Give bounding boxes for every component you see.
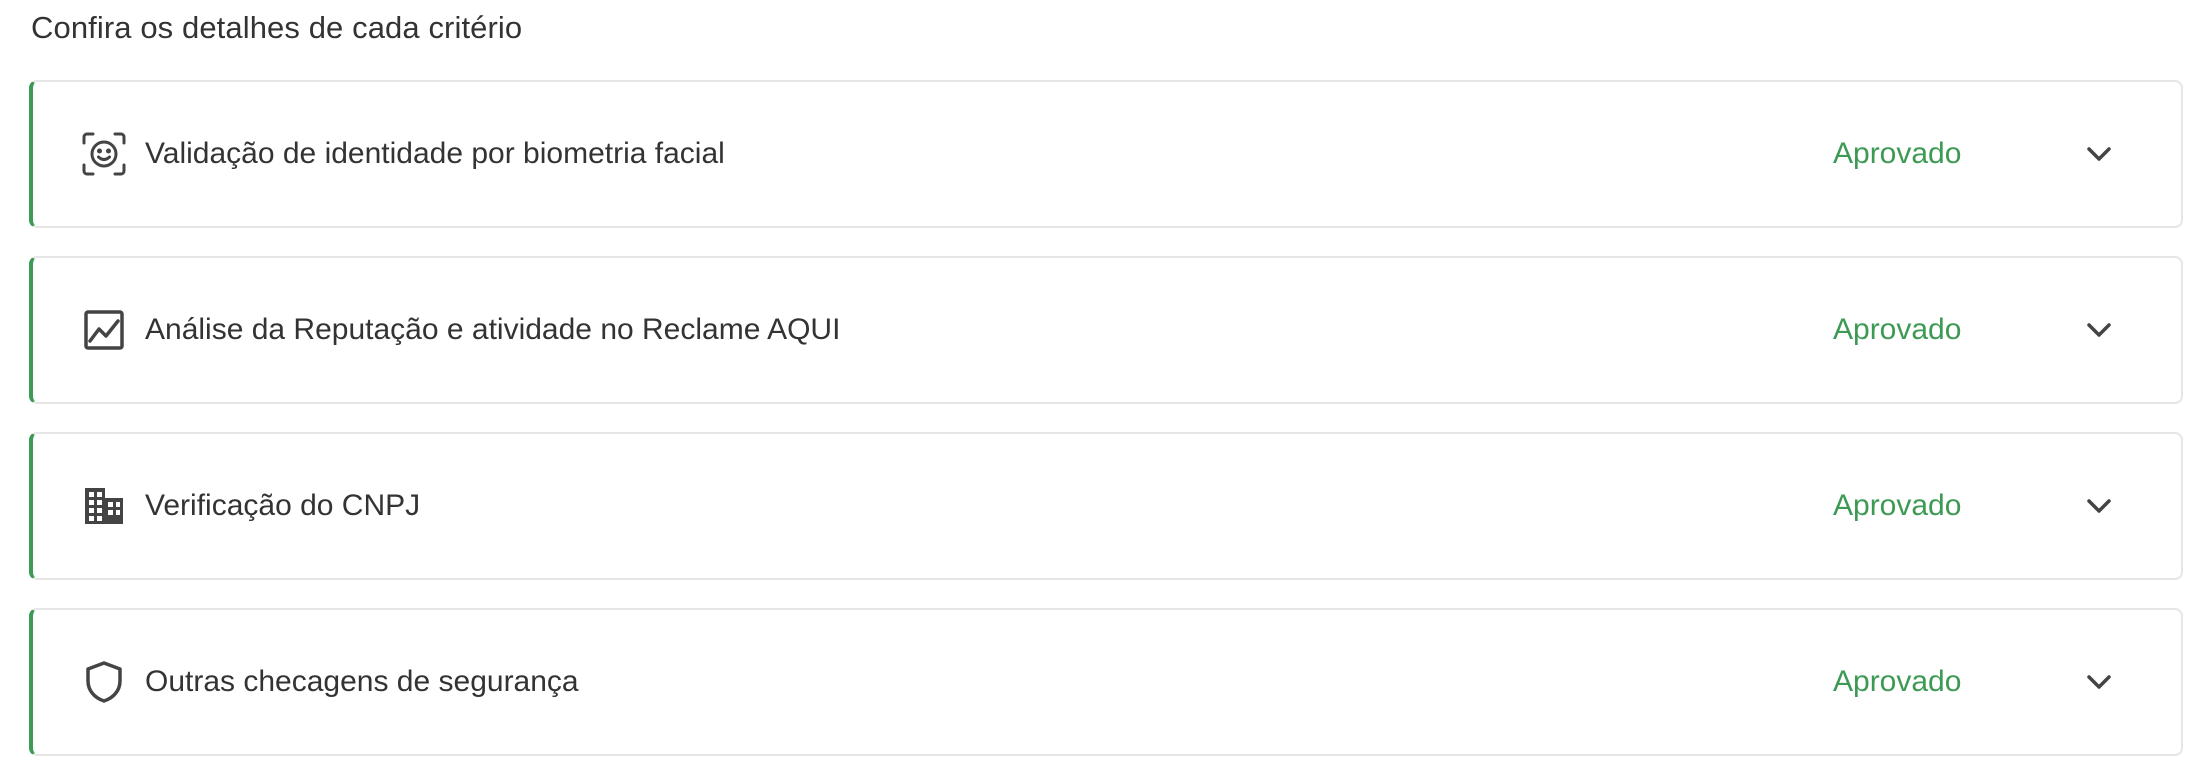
shield-icon: [81, 659, 127, 705]
criterion-card-cnpj[interactable]: Verificação do CNPJ Aprovado: [29, 432, 2183, 580]
chevron-down-icon[interactable]: [2081, 664, 2117, 700]
building-icon: [81, 483, 127, 529]
criterion-label: Validação de identidade por biometria fa…: [145, 137, 725, 170]
status-badge: Aprovado: [1833, 489, 1962, 522]
chart-line-icon: [81, 307, 127, 353]
criterion-label: Análise da Reputação e atividade no Recl…: [145, 313, 841, 346]
section-title: Confira os detalhes de cada critério: [31, 10, 523, 45]
status-badge: Aprovado: [1833, 313, 1962, 346]
face-id-icon: [81, 131, 127, 177]
status-badge: Aprovado: [1833, 137, 1962, 170]
status-badge: Aprovado: [1833, 665, 1962, 698]
criterion-label: Verificação do CNPJ: [145, 489, 421, 522]
criterion-card-reputacao[interactable]: Análise da Reputação e atividade no Recl…: [29, 256, 2183, 404]
criterion-label: Outras checagens de segurança: [145, 665, 579, 698]
criterion-card-seguranca[interactable]: Outras checagens de segurança Aprovado: [29, 608, 2183, 756]
chevron-down-icon[interactable]: [2081, 136, 2117, 172]
chevron-down-icon[interactable]: [2081, 312, 2117, 348]
criterion-card-biometria[interactable]: Validação de identidade por biometria fa…: [29, 80, 2183, 228]
criteria-list: Validação de identidade por biometria fa…: [29, 80, 2183, 784]
chevron-down-icon[interactable]: [2081, 488, 2117, 524]
